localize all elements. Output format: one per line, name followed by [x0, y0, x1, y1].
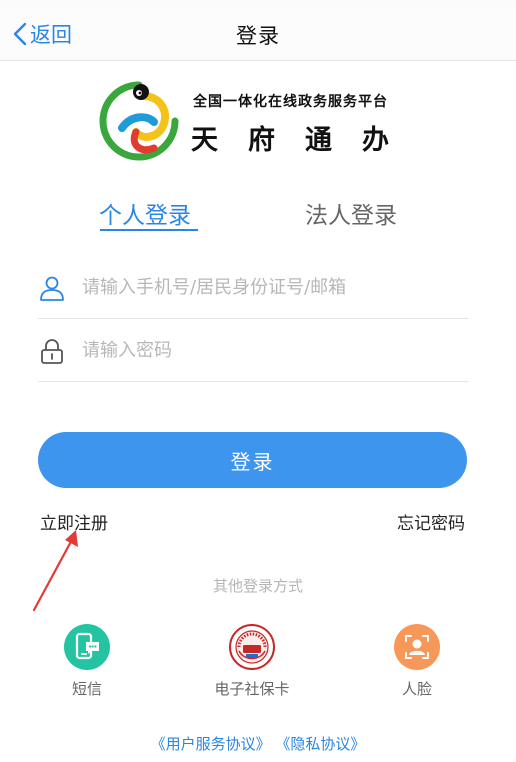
- active-tab-indicator: [100, 229, 198, 231]
- sms-login-badge: [64, 624, 110, 670]
- privacy-agreement-link[interactable]: 《隐私协议》: [275, 735, 365, 753]
- login-button[interactable]: 登录: [38, 432, 467, 488]
- tab-legal-login[interactable]: 法人登录: [305, 196, 397, 230]
- annotation-arrow-icon: [32, 530, 78, 612]
- sms-phone-icon: [75, 632, 99, 660]
- logo-subtitle: 全国一体化在线政务服务平台: [193, 94, 388, 110]
- social-security-card-icon: [229, 624, 275, 670]
- password-field: [38, 319, 468, 382]
- account-input[interactable]: [82, 272, 462, 302]
- app-logo: 全国一体化在线政务服务平台 天府通办: [96, 78, 436, 164]
- agreements: 《用户服务协议》 《隐私协议》: [0, 733, 516, 754]
- social-security-card-label: 电子社保卡: [214, 680, 290, 698]
- sms-login-label: 短信: [71, 680, 102, 698]
- account-field: [38, 256, 468, 319]
- lock-icon: [41, 339, 63, 364]
- face-login-option[interactable]: 人脸: [357, 624, 477, 699]
- face-login-badge: [394, 624, 440, 670]
- tab-personal-login[interactable]: 个人登录: [99, 196, 191, 230]
- tianfu-logo-icon: [99, 81, 179, 161]
- user-service-agreement-link[interactable]: 《用户服务协议》: [151, 735, 271, 753]
- sms-login-option[interactable]: 短信: [27, 624, 147, 699]
- password-input[interactable]: [82, 335, 462, 365]
- forgot-password-link[interactable]: 忘记密码: [397, 509, 465, 534]
- face-login-label: 人脸: [401, 680, 432, 698]
- nav-bar: 返回 登录: [0, 6, 516, 61]
- face-scan-icon: [405, 635, 429, 659]
- user-icon: [40, 276, 64, 301]
- logo-name: 天府通办: [191, 125, 419, 156]
- other-login-title: 其他登录方式: [212, 577, 303, 595]
- page-title: 登录: [236, 24, 280, 48]
- social-security-card-badge: [229, 624, 275, 670]
- social-security-card-option[interactable]: 电子社保卡: [192, 624, 312, 699]
